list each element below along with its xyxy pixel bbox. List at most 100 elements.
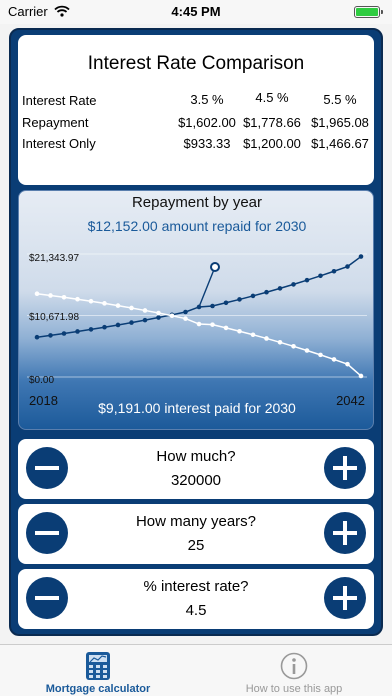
years-value: 25 — [187, 537, 205, 554]
data-point-repaid — [34, 334, 40, 340]
cell: 5.5 % — [323, 92, 357, 107]
data-point-interest — [169, 313, 175, 319]
data-point-interest — [196, 321, 202, 327]
comparison-row-repayment: Repayment $1,602.00 $1,778.66 $1,965.08 — [22, 115, 372, 137]
row-label: Repayment — [22, 114, 89, 130]
data-point-interest — [358, 373, 364, 379]
tab-how-to-use[interactable]: How to use this app — [196, 645, 392, 696]
repayment-chart[interactable]: Repayment by year $12,152.00 amount repa… — [18, 190, 374, 430]
interest-rate-stepper: % interest rate? 4.5 — [18, 569, 374, 629]
data-point-interest — [156, 310, 161, 316]
plus-icon — [333, 521, 357, 545]
data-point-repaid — [358, 254, 364, 259]
data-point-interest — [48, 293, 53, 298]
cell: $1,200.00 — [243, 136, 301, 151]
cell: $1,466.67 — [311, 136, 369, 151]
comparison-row-interest-rate: Interest Rate 3.5 % 4.5 % 5.5 % — [22, 90, 372, 115]
highlight-marker[interactable] — [210, 262, 220, 272]
status-bar: Carrier 4:45 PM — [0, 0, 392, 24]
data-point-interest — [345, 361, 350, 367]
tab-bar: Mortgage calculator How to use this app — [0, 644, 392, 696]
data-point-repaid — [61, 331, 67, 336]
y-tick-label: $10,671.98 — [29, 312, 79, 323]
data-point-interest — [291, 343, 296, 349]
battery-icon — [354, 6, 383, 18]
amount-value: 320000 — [170, 472, 222, 489]
increase-years-button[interactable] — [324, 512, 366, 554]
data-point-repaid — [129, 320, 134, 325]
data-point-interest — [88, 298, 94, 304]
cell: 4.5 % — [255, 90, 289, 105]
data-point-interest — [318, 352, 323, 358]
cell: $1,602.00 — [178, 114, 236, 130]
data-point-repaid — [345, 264, 350, 269]
highlight-stem — [198, 266, 216, 308]
rate-value: 4.5 — [185, 602, 207, 619]
data-point-repaid — [88, 327, 94, 332]
increase-rate-button[interactable] — [324, 577, 366, 619]
data-point-repaid — [331, 268, 337, 274]
data-point-interest — [75, 296, 80, 302]
interest-comparison-card: Interest Rate Comparison Interest Rate 3… — [18, 35, 374, 185]
stepper-label: How many years? — [135, 513, 257, 530]
info-icon — [280, 652, 308, 680]
row-label: Interest Only — [22, 136, 96, 151]
main-panel: Interest Rate Comparison Interest Rate 3… — [9, 28, 383, 636]
x-end-label: 2042 — [336, 393, 365, 408]
data-point-interest — [237, 328, 242, 334]
data-point-interest — [277, 340, 283, 345]
data-point-repaid — [102, 324, 107, 330]
data-point-repaid — [250, 293, 256, 299]
data-point-interest — [210, 322, 215, 327]
data-point-interest — [304, 348, 310, 353]
tab-mortgage-calculator[interactable]: Mortgage calculator — [0, 645, 196, 696]
data-point-interest — [34, 291, 40, 297]
y-tick-label: $21,343.97 — [29, 253, 79, 264]
data-point-interest — [102, 301, 107, 306]
data-point-repaid — [318, 273, 323, 279]
repaid-annotation: $12,152.00 amount repaid for 2030 — [88, 218, 307, 234]
data-point-repaid — [142, 317, 148, 323]
data-point-interest — [61, 295, 67, 300]
plus-icon — [333, 456, 357, 480]
comparison-table: Interest Rate 3.5 % 4.5 % 5.5 % Repaymen… — [22, 90, 372, 158]
calculator-icon — [86, 652, 110, 680]
data-point-repaid — [291, 282, 296, 287]
data-point-repaid — [75, 329, 80, 334]
repayment-chart-svg: Repayment by year $12,152.00 amount repa… — [27, 194, 367, 416]
tab-label: Mortgage calculator — [45, 683, 151, 695]
tab-label: How to use this app — [245, 683, 343, 695]
years-stepper: How many years? 25 — [18, 504, 374, 564]
data-point-repaid — [264, 289, 269, 295]
status-time: 4:45 PM — [171, 4, 221, 19]
data-point-interest — [250, 332, 256, 338]
comparison-title: Interest Rate Comparison — [87, 53, 305, 74]
data-point-repaid — [210, 303, 215, 309]
data-point-interest — [129, 305, 134, 311]
cell: $1,778.66 — [243, 114, 301, 130]
interest-annotation: $9,191.00 interest paid for 2030 — [98, 400, 296, 416]
data-point-repaid — [48, 333, 53, 338]
data-point-interest — [183, 316, 188, 321]
x-start-label: 2018 — [29, 393, 58, 408]
stepper-label: % interest rate? — [143, 578, 249, 595]
data-point-repaid — [277, 286, 283, 291]
cell: $933.33 — [183, 136, 231, 151]
plus-icon — [333, 586, 357, 610]
data-point-interest — [142, 308, 148, 313]
data-point-interest — [115, 303, 121, 308]
chart-title: Repayment by year — [132, 194, 262, 211]
y-tick-label: $0.00 — [29, 375, 54, 386]
data-point-repaid — [183, 309, 188, 315]
data-point-repaid — [115, 322, 121, 328]
data-point-repaid — [237, 297, 242, 302]
data-point-interest — [264, 336, 269, 341]
increase-amount-button[interactable] — [324, 447, 366, 489]
data-point-repaid — [304, 277, 310, 283]
data-point-repaid — [156, 315, 161, 320]
stepper-label: How much? — [156, 448, 236, 465]
cell: $1,965.08 — [311, 114, 369, 130]
cell: 3.5 % — [190, 92, 224, 107]
data-point-interest — [223, 325, 229, 331]
data-point-interest — [331, 357, 337, 362]
